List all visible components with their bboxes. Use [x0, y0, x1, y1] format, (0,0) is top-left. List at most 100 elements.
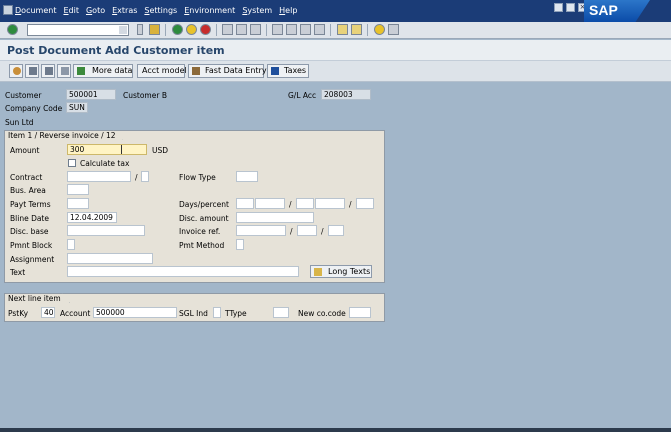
- last-page-icon[interactable]: [314, 24, 325, 35]
- shortcut-icon[interactable]: [351, 24, 362, 35]
- exit-icon[interactable]: [186, 24, 197, 35]
- contract-field[interactable]: [67, 171, 131, 182]
- fast-data-entry-button[interactable]: Fast Data Entry: [188, 64, 267, 78]
- contract-label: Contract: [10, 173, 43, 182]
- system-menu-icon[interactable]: [3, 5, 13, 15]
- next-page-icon[interactable]: [300, 24, 311, 35]
- cancel-icon[interactable]: [200, 24, 211, 35]
- create-session-icon[interactable]: [337, 24, 348, 35]
- command-arrow-icon[interactable]: [137, 24, 143, 35]
- payt-terms-field[interactable]: [67, 198, 89, 209]
- fast-data-entry-icon: [192, 67, 200, 75]
- invoice-item-field[interactable]: [328, 225, 344, 236]
- gl-acc-label: G/L Acc: [288, 91, 317, 100]
- more-data-label: More data: [92, 66, 133, 75]
- account-label: Account: [60, 309, 91, 318]
- contract-separator: /: [135, 173, 138, 182]
- display-document-button[interactable]: [41, 64, 55, 78]
- menu-system[interactable]: System: [242, 6, 272, 15]
- acct-model-button[interactable]: Acct model: [137, 64, 187, 78]
- command-dropdown-icon[interactable]: [119, 26, 127, 34]
- save-icon[interactable]: [149, 24, 160, 35]
- find-icon[interactable]: [236, 24, 247, 35]
- previous-page-icon[interactable]: [286, 24, 297, 35]
- menu-environment[interactable]: Environment: [184, 6, 235, 15]
- bline-date-field[interactable]: 12.04.2009: [67, 212, 117, 223]
- company-code-field: SUN: [66, 102, 88, 113]
- account-field[interactable]: 500000: [93, 307, 177, 318]
- help-icon[interactable]: [374, 24, 385, 35]
- flow-type-field[interactable]: [236, 171, 258, 182]
- title-bar: Post Document Add Customer item: [0, 40, 671, 61]
- assignment-label: Assignment: [10, 255, 55, 264]
- text-field[interactable]: [67, 266, 299, 277]
- sap-screen: Document Edit Goto Extras Settings Envir…: [0, 0, 671, 432]
- long-texts-button[interactable]: Long Texts: [310, 265, 372, 278]
- days-separator-1: /: [289, 200, 292, 209]
- find-next-icon[interactable]: [250, 24, 261, 35]
- gl-acc-field: 208003: [321, 89, 371, 100]
- ttype-field[interactable]: [273, 307, 289, 318]
- disc-amount-field[interactable]: [236, 212, 314, 223]
- bus-area-field[interactable]: [67, 184, 89, 195]
- menu-edit[interactable]: Edit: [63, 6, 79, 15]
- pmt-method-field[interactable]: [236, 239, 244, 250]
- restore-icon[interactable]: [566, 3, 575, 12]
- standard-toolbar: [0, 22, 671, 39]
- new-co-code-field[interactable]: [349, 307, 371, 318]
- days2-field[interactable]: [296, 198, 314, 209]
- calculate-tax-checkbox[interactable]: [68, 159, 76, 167]
- long-texts-label: Long Texts: [328, 267, 371, 276]
- menu-extras[interactable]: Extras: [112, 6, 137, 15]
- copy-document-button[interactable]: [57, 64, 71, 78]
- pmt-method-label: Pmt Method: [179, 241, 225, 250]
- print-icon[interactable]: [222, 24, 233, 35]
- invoice-year-field[interactable]: [297, 225, 317, 236]
- days1-field[interactable]: [236, 198, 254, 209]
- company-name: Sun Ltd: [5, 118, 34, 127]
- amount-field[interactable]: 300: [67, 144, 147, 155]
- minimize-icon[interactable]: [554, 3, 563, 12]
- assignment-field[interactable]: [67, 253, 153, 264]
- days-percent-label: Days/percent: [179, 200, 229, 209]
- more-data-icon: [77, 67, 85, 75]
- bline-date-label: Bline Date: [10, 214, 49, 223]
- percent2-field[interactable]: [315, 198, 345, 209]
- disc-amount-label: Disc. amount: [179, 214, 229, 223]
- person-icon-button[interactable]: [9, 64, 23, 78]
- back-icon[interactable]: [172, 24, 183, 35]
- percent1-field[interactable]: [255, 198, 285, 209]
- sgl-ind-field[interactable]: [213, 307, 221, 318]
- company-code-label: Company Code: [5, 104, 63, 113]
- pmnt-block-field[interactable]: [67, 239, 75, 250]
- application-toolbar: More data Acct model Fast Data Entry Tax…: [0, 61, 671, 82]
- customize-layout-icon[interactable]: [388, 24, 399, 35]
- disc-base-field[interactable]: [67, 225, 145, 236]
- contract-type-field[interactable]: [141, 171, 149, 182]
- pmnt-block-label: Pmnt Block: [10, 241, 53, 250]
- menu-document[interactable]: Document: [15, 6, 56, 15]
- more-data-button[interactable]: More data: [73, 64, 133, 78]
- menu-help[interactable]: Help: [279, 6, 297, 15]
- days3-field[interactable]: [356, 198, 374, 209]
- command-field[interactable]: [27, 24, 129, 36]
- document-overview-button[interactable]: [25, 64, 39, 78]
- customer-name: Customer B: [123, 91, 167, 100]
- person-icon: [13, 67, 21, 75]
- item-frame-title: Item 1 / Reverse invoice / 12: [4, 130, 123, 140]
- menu-goto[interactable]: Goto: [86, 6, 105, 15]
- menu-settings[interactable]: Settings: [144, 6, 177, 15]
- document-overview-icon: [29, 67, 37, 75]
- pstky-field[interactable]: 40: [41, 307, 55, 318]
- new-co-code-label: New co.code: [298, 309, 346, 318]
- taxes-button[interactable]: Taxes: [267, 64, 309, 78]
- first-page-icon[interactable]: [272, 24, 283, 35]
- menu-items: Document Edit Goto Extras Settings Envir…: [15, 6, 304, 15]
- invoice-ref-field[interactable]: [236, 225, 286, 236]
- next-line-item-frame: Next line item PstKy 40 Account 500000 S…: [4, 293, 385, 322]
- enter-icon[interactable]: [7, 24, 18, 35]
- item-frame: Item 1 / Reverse invoice / 12 Amount 300…: [4, 130, 385, 283]
- invoice-separator-1: /: [290, 227, 293, 236]
- currency-label: USD: [152, 146, 169, 155]
- info-icon: [271, 67, 279, 75]
